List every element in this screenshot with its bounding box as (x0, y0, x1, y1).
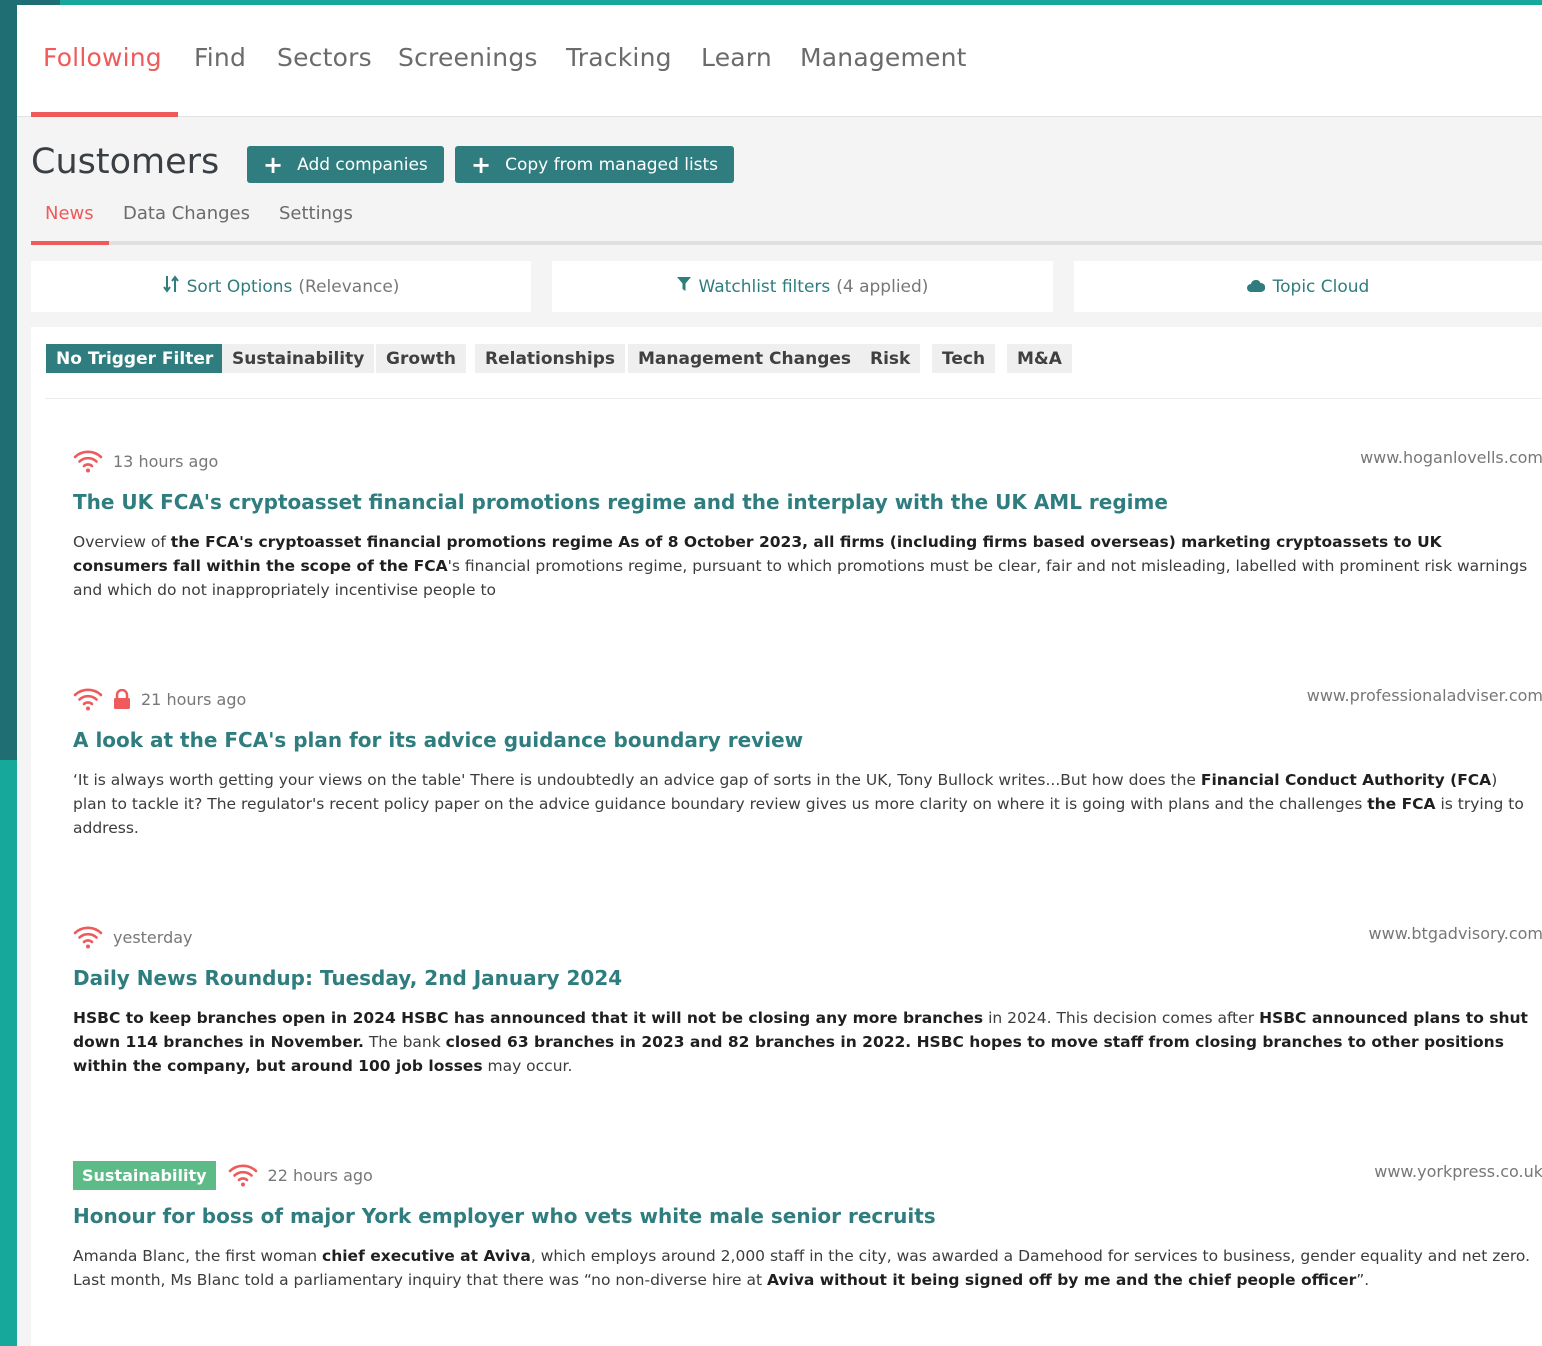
article-summary: HSBC to keep branches open in 2024 HSBC … (73, 1006, 1533, 1078)
summary-highlight: Financial Conduct Authority (FCA (1200, 771, 1492, 789)
trigger-chip-tech[interactable]: Tech (932, 344, 996, 373)
trigger-chip-sustainability[interactable]: Sustainability (222, 344, 375, 373)
summary-text: may occur. (482, 1057, 573, 1075)
topic-cloud-label: Topic Cloud (1272, 276, 1370, 297)
article-meta: yesterday (73, 922, 193, 952)
summary-text: The bank (363, 1033, 446, 1051)
signal-icon (228, 1162, 258, 1188)
plus-icon: + (263, 150, 284, 179)
trigger-chip-risk[interactable]: Risk (860, 344, 921, 373)
article-source[interactable]: www.btgadvisory.com (1369, 924, 1542, 943)
trigger-chip-mna[interactable]: M&A (1007, 344, 1072, 373)
chip-divider (45, 398, 1542, 399)
app-window: Following Find Sectors Screenings Tracki… (17, 5, 1542, 1346)
cloud-icon (1246, 277, 1265, 297)
watchlist-filters-value: (4 applied) (836, 276, 929, 297)
article-time: 13 hours ago (113, 451, 219, 471)
nav-tab-tracking[interactable]: Tracking (566, 43, 672, 72)
trigger-chip-growth[interactable]: Growth (376, 344, 466, 373)
article-headline[interactable]: A look at the FCA's plan for its advice … (73, 728, 803, 752)
nav-active-indicator (31, 112, 178, 117)
article-headline[interactable]: Daily News Roundup: Tuesday, 2nd January… (73, 966, 622, 990)
article-headline[interactable]: The UK FCA's cryptoasset financial promo… (73, 490, 1168, 514)
summary-highlight: the FCA (1367, 795, 1436, 813)
sort-icon (162, 275, 179, 298)
signal-icon (73, 924, 103, 950)
summary-text: ‘It is always worth getting your views o… (73, 771, 1201, 789)
add-companies-button[interactable]: + Add companies (247, 146, 444, 183)
lock-icon (113, 688, 131, 709)
sort-options-button[interactable]: Sort Options (Relevance) (31, 261, 531, 312)
article-summary: Amanda Blanc, the first woman chief exec… (73, 1244, 1533, 1292)
article-source[interactable]: www.yorkpress.co.uk (1374, 1162, 1542, 1181)
sort-options-label: Sort Options (186, 276, 293, 297)
article-source[interactable]: www.hoganlovells.com (1360, 448, 1542, 467)
signal-icon (73, 448, 103, 474)
nav-tab-find[interactable]: Find (194, 43, 246, 72)
trigger-chip-no-trigger-filter[interactable]: No Trigger Filter (46, 344, 224, 373)
article-meta: 21 hours ago (73, 684, 246, 714)
summary-highlight: HSBC to keep branches open in 2024 HSBC … (73, 1009, 984, 1027)
subtab-news[interactable]: News (45, 203, 94, 224)
nav-tab-following[interactable]: Following (43, 43, 162, 72)
article-summary: ‘It is always worth getting your views o… (73, 768, 1533, 840)
trigger-tag[interactable]: Sustainability (73, 1160, 216, 1190)
filter-icon (676, 276, 691, 297)
subtab-data-changes[interactable]: Data Changes (123, 203, 250, 224)
summary-text: in 2024. This decision comes after (983, 1009, 1260, 1027)
signal-icon (73, 686, 103, 712)
plus-icon: + (471, 150, 492, 179)
watchlist-filters-label: Watchlist filters (698, 276, 831, 297)
nav-tab-sectors[interactable]: Sectors (277, 43, 372, 72)
summary-text: Amanda Blanc, the first woman (73, 1247, 323, 1265)
watchlist-filters-button[interactable]: Watchlist filters (4 applied) (552, 261, 1053, 312)
article-source[interactable]: www.professionaladviser.com (1307, 686, 1542, 705)
add-companies-label: Add companies (297, 154, 428, 175)
trigger-chip-relationships[interactable]: Relationships (475, 344, 625, 373)
copy-lists-label: Copy from managed lists (505, 154, 719, 175)
summary-text: ”. (1356, 1271, 1370, 1289)
article-meta: 13 hours ago (73, 446, 218, 476)
subtab-active-indicator (31, 241, 109, 245)
article-time: 22 hours ago (267, 1165, 373, 1185)
article-headline[interactable]: Honour for boss of major York employer w… (73, 1204, 936, 1228)
copy-from-managed-lists-button[interactable]: + Copy from managed lists (455, 146, 735, 183)
summary-highlight: Aviva without it being signed off by me … (766, 1271, 1357, 1289)
sort-options-value: (Relevance) (298, 276, 400, 297)
article-time: yesterday (113, 927, 193, 947)
page-title: Customers (31, 142, 220, 182)
article-time: 21 hours ago (141, 689, 247, 709)
summary-highlight: chief executive at Aviva (322, 1247, 531, 1265)
top-nav: Following Find Sectors Screenings Tracki… (17, 5, 1542, 117)
summary-text: Overview of (73, 533, 171, 551)
subtab-divider (31, 241, 1542, 245)
nav-tab-management[interactable]: Management (800, 43, 967, 72)
subtab-settings[interactable]: Settings (279, 203, 353, 224)
topic-cloud-button[interactable]: Topic Cloud (1074, 261, 1542, 312)
article-summary: Overview of the FCA's cryptoasset financ… (73, 530, 1533, 602)
nav-tab-screenings[interactable]: Screenings (398, 43, 538, 72)
trigger-chip-management-changes[interactable]: Management Changes (628, 344, 862, 373)
news-feed-panel: No Trigger Filter Sustainability Growth … (31, 327, 1542, 1346)
article-meta: Sustainability 22 hours ago (73, 1160, 373, 1190)
nav-tab-learn[interactable]: Learn (701, 43, 772, 72)
